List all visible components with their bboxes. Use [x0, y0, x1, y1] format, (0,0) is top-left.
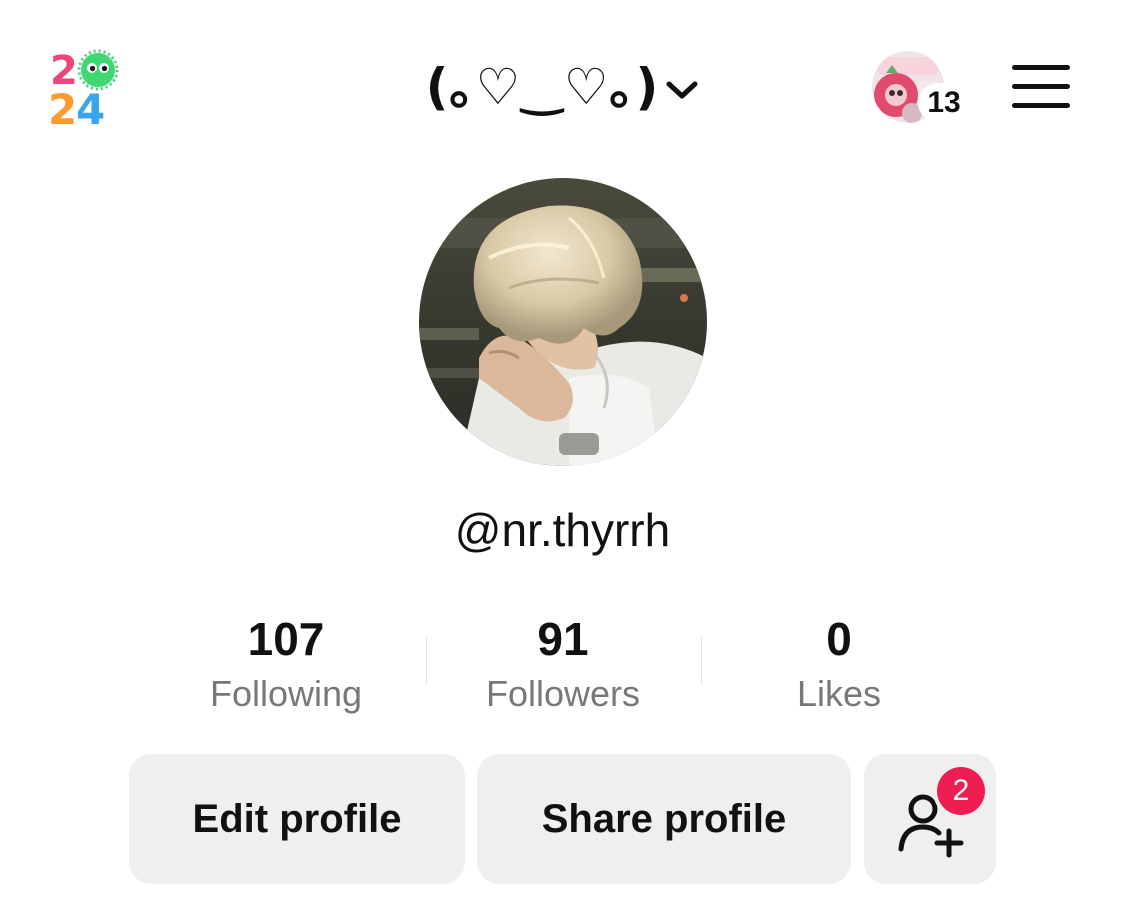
following-count: 107 [247, 613, 325, 665]
following-label: Following [209, 673, 363, 714]
add-friend-button[interactable]: 2 [864, 754, 996, 884]
share-profile-button[interactable]: Share profile [477, 754, 851, 884]
notification-badge: 2 [937, 767, 985, 815]
profile-avatar[interactable] [419, 178, 707, 466]
likes-count: 0 [826, 613, 852, 665]
likes-label: Likes [796, 673, 882, 714]
menu-button[interactable] [1012, 65, 1070, 109]
menu-line [1012, 103, 1070, 108]
share-profile-label: Share profile [541, 796, 787, 841]
menu-line [1012, 84, 1070, 89]
story-avatar-button[interactable]: 13 [872, 51, 970, 127]
following-stat[interactable]: 107 Following [136, 612, 436, 722]
account-title: (｡♡‿♡｡) [425, 58, 660, 116]
menu-line [1012, 65, 1070, 70]
followers-count: 91 [537, 613, 589, 665]
likes-stat[interactable]: 0 Likes [689, 612, 989, 722]
edit-profile-label: Edit profile [192, 796, 402, 841]
edit-profile-button[interactable]: Edit profile [129, 754, 465, 884]
username: @nr.thyrrh [454, 504, 671, 556]
story-count-badge: 13 [918, 83, 970, 123]
chevron-down-icon [666, 81, 698, 99]
followers-label: Followers [485, 673, 641, 714]
followers-stat[interactable]: 91 Followers [413, 612, 713, 722]
